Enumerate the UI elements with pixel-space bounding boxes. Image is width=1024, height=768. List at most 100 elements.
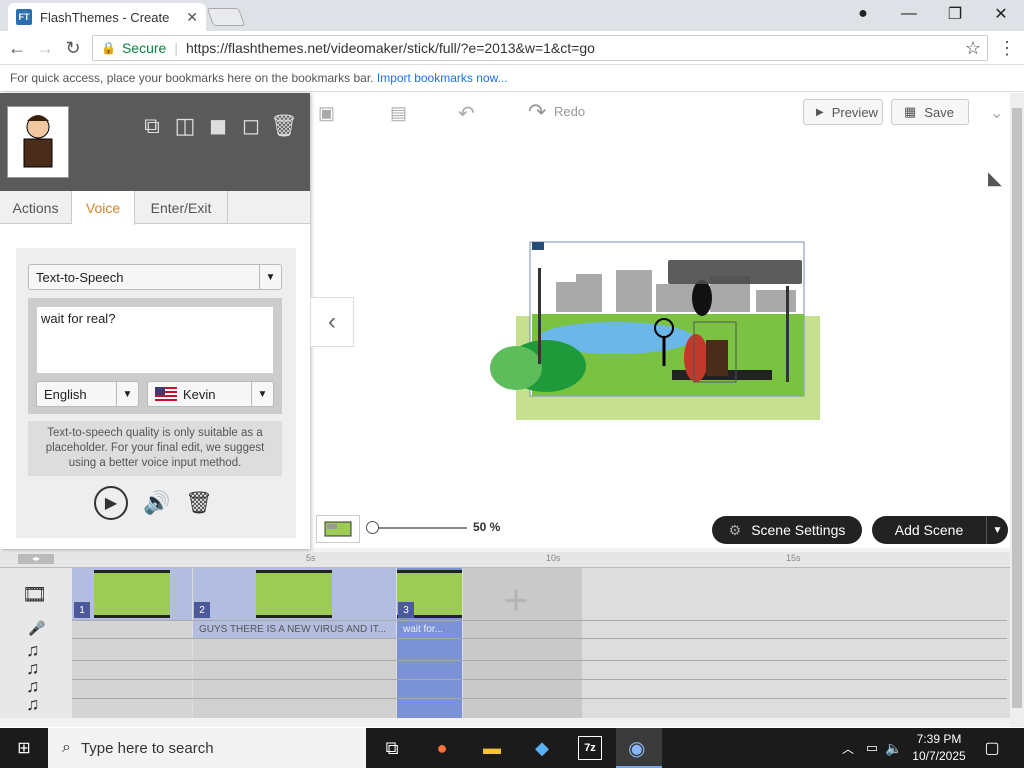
- character-thumbnail: [7, 106, 69, 178]
- app-icon[interactable]: ◆: [530, 736, 554, 760]
- save-label: Save: [924, 104, 954, 120]
- menu-icon[interactable]: ⋮: [996, 37, 1018, 59]
- add-scene-button[interactable]: Add Scene: [872, 516, 986, 544]
- 7zip-icon[interactable]: 7z: [578, 736, 602, 760]
- tab-actions[interactable]: Actions: [0, 191, 72, 224]
- search-icon: ⌕: [62, 739, 71, 756]
- flip-icon[interactable]: ◫: [172, 113, 198, 139]
- ruler-handle-icon[interactable]: ◂▸: [18, 554, 54, 564]
- scene-number-1: 1: [74, 602, 90, 618]
- play-voice-icon[interactable]: ▶: [94, 486, 128, 520]
- zoom-slider-knob[interactable]: [366, 521, 379, 534]
- bush-left: [490, 346, 542, 390]
- firefox-icon[interactable]: ●: [430, 736, 454, 760]
- profile-icon[interactable]: ●: [840, 0, 886, 28]
- ruler-10s: 10s: [546, 553, 561, 563]
- chrome-taskbar-button[interactable]: ◉: [616, 728, 662, 768]
- windows-start-icon[interactable]: ⊞: [12, 736, 36, 760]
- undo-icon[interactable]: ↶: [458, 101, 475, 126]
- reload-icon[interactable]: ↻: [62, 37, 84, 59]
- timeline-ruler[interactable]: ◂▸ 5s 10s 15s: [0, 552, 1010, 568]
- music-icon: ♫: [26, 694, 40, 714]
- chevron-down-icon: ▼: [251, 382, 273, 406]
- network-icon[interactable]: ▭: [860, 736, 884, 760]
- url-input[interactable]: 🔒 Secure | https://flashthemes.net/video…: [92, 35, 988, 61]
- collapse-panel-button[interactable]: ‹: [310, 297, 354, 347]
- clock-date: 10/7/2025: [912, 749, 966, 763]
- scene-thumbnail-icon: [324, 521, 352, 537]
- close-tab-icon[interactable]: ✕: [186, 9, 198, 26]
- track-divider: [72, 679, 1007, 680]
- scene-1-tracks: [72, 620, 192, 718]
- trash-icon[interactable]: 🗑: [184, 486, 214, 520]
- scene-2-tracks: [193, 638, 396, 718]
- expand-chevron-icon[interactable]: ⌄: [990, 103, 1003, 123]
- search-placeholder: Type here to search: [80, 739, 214, 757]
- scene-canvas[interactable]: [486, 240, 826, 424]
- plus-icon[interactable]: +: [503, 576, 529, 626]
- scene-number-2: 2: [194, 602, 210, 618]
- zoom-slider-track[interactable]: [372, 527, 467, 529]
- tab-enter-exit[interactable]: Enter/Exit: [135, 191, 228, 224]
- us-flag-icon: [155, 387, 177, 401]
- redo-icon[interactable]: ↷: [528, 99, 546, 125]
- speaker-muted-icon[interactable]: 🔈: [882, 736, 906, 760]
- preview-button[interactable]: ▶ Preview: [803, 99, 883, 125]
- ruler-15s: 15s: [786, 553, 801, 563]
- delete-icon[interactable]: 🗑: [270, 113, 298, 139]
- task-view-icon[interactable]: ⧉: [380, 736, 404, 760]
- maximize-icon[interactable]: ❐: [932, 0, 978, 28]
- tab-voice[interactable]: Voice: [72, 191, 135, 225]
- track-divider: [72, 660, 1007, 661]
- taskbar-clock[interactable]: 7:39 PM 10/7/2025: [905, 731, 973, 765]
- voice-mode-select[interactable]: Text-to-Speech ▼: [28, 264, 282, 290]
- forward-icon[interactable]: →: [34, 37, 56, 59]
- track-divider: [72, 638, 1007, 639]
- notifications-icon[interactable]: ▢: [980, 736, 1004, 760]
- preview-label: Preview: [831, 104, 878, 120]
- file-explorer-icon[interactable]: ▬: [480, 736, 504, 760]
- character-avatar-icon: [23, 115, 53, 168]
- chevron-down-icon: ▼: [116, 382, 138, 406]
- back-icon[interactable]: ←: [6, 37, 28, 59]
- object-toolbar: [668, 260, 802, 284]
- save-button[interactable]: ▦ Save: [891, 99, 969, 125]
- bookmarks-hint: For quick access, place your bookmarks h…: [10, 71, 374, 85]
- scene-2-caption[interactable]: GUYS THERE IS A NEW VIRUS AND IT...: [193, 620, 396, 638]
- tab-title: FlashThemes - Create: [40, 9, 170, 25]
- copy-icon[interactable]: ▣: [318, 103, 335, 124]
- swap-icon[interactable]: ⧉: [139, 113, 165, 139]
- selected-character[interactable]: [706, 340, 728, 376]
- volume-icon[interactable]: 🔊: [140, 486, 174, 520]
- lamp-post-left: [538, 268, 541, 364]
- gear-icon: ⚙: [728, 521, 742, 538]
- character-hair: [692, 280, 712, 316]
- bring-forward-icon[interactable]: ◼: [205, 113, 231, 139]
- add-scene-slot[interactable]: +: [463, 568, 582, 718]
- url-text: https://flashthemes.net/videomaker/stick…: [185, 40, 595, 56]
- stage-thumbnail[interactable]: [316, 515, 360, 543]
- new-tab-button[interactable]: [206, 8, 246, 26]
- track-divider: [72, 620, 1007, 621]
- camera-icon[interactable]: ◣: [988, 168, 1002, 189]
- taskbar-search[interactable]: ⌕ Type here to search: [48, 728, 366, 768]
- redo-label[interactable]: Redo: [554, 104, 585, 119]
- language-value: English: [44, 386, 87, 402]
- browser-tab[interactable]: FT FlashThemes - Create ✕: [8, 3, 206, 31]
- send-backward-icon[interactable]: ◻: [238, 113, 264, 139]
- scrollbar-thumb[interactable]: [1012, 108, 1022, 708]
- save-icon: ▦: [904, 104, 917, 119]
- secure-label: Secure: [121, 40, 167, 56]
- film-icon: 🎞: [22, 584, 48, 606]
- import-bookmarks-link[interactable]: Import bookmarks now...: [377, 71, 508, 85]
- minimize-icon[interactable]: —: [886, 0, 932, 28]
- bookmark-star-icon[interactable]: ☆: [965, 38, 981, 59]
- language-select[interactable]: English ▼: [36, 381, 139, 407]
- tts-textarea[interactable]: wait for real?: [36, 306, 274, 374]
- paste-icon[interactable]: ▤: [390, 103, 407, 124]
- scene-3-caption[interactable]: wait for...: [397, 620, 462, 638]
- close-window-icon[interactable]: ✕: [978, 0, 1024, 28]
- voice-select[interactable]: Kevin ▼: [147, 381, 274, 407]
- scene-settings-button[interactable]: ⚙ Scene Settings: [712, 516, 862, 544]
- tray-chevron-icon[interactable]: ︿: [836, 736, 860, 760]
